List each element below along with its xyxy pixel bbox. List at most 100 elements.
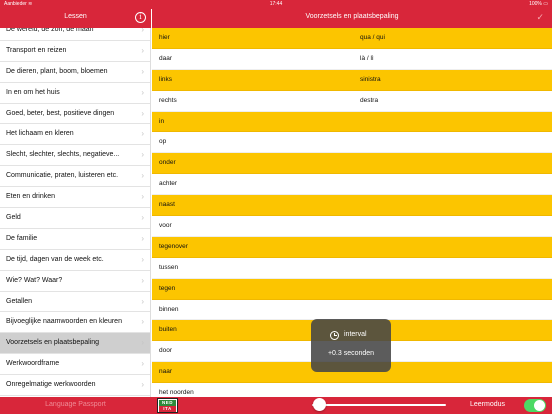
dutch-word: achter — [159, 180, 178, 188]
word-row[interactable]: binnen — [152, 300, 552, 321]
status-bar: Aanbieder ≋ 17:44 100% ▭ — [0, 0, 552, 9]
word-row[interactable]: onder — [152, 153, 552, 175]
lesson-label: Geld — [6, 214, 21, 222]
word-row[interactable]: tegen — [152, 278, 552, 300]
chevron-right-icon: › — [141, 150, 144, 160]
chevron-right-icon: › — [141, 192, 144, 202]
interval-toast: interval +0.3 seconden — [311, 319, 391, 372]
sidebar-header: Lessen i — [0, 9, 151, 28]
lesson-label: De wereld, de zon, de maan — [6, 28, 94, 33]
learning-mode-toggle[interactable] — [524, 399, 546, 412]
italian-translation: destra — [360, 96, 379, 104]
word-row[interactable]: hier qua / qui — [152, 28, 552, 49]
chevron-right-icon: › — [141, 296, 144, 306]
clock-icon — [330, 331, 339, 340]
dutch-word: tegenover — [159, 242, 188, 250]
chevron-right-icon: › — [141, 233, 144, 243]
lesson-list: De wereld, de zon, de maan › Transport en … — [0, 28, 150, 397]
lesson-label: Bijvoeglijke naamwoorden en kleuren — [6, 318, 122, 326]
lesson-label: In en om het huis — [6, 88, 60, 96]
italian-translation: là / lì — [360, 54, 374, 62]
dutch-word: onder — [159, 159, 176, 167]
word-row[interactable]: tussen — [152, 258, 552, 279]
dutch-word: voor — [159, 222, 172, 230]
lesson-item[interactable]: Goed, beter, best, positieve dingen › — [0, 103, 150, 125]
lesson-item[interactable]: In en om het huis › — [0, 82, 150, 104]
main-header: Voorzetsels en plaatsbepaling ✓ — [152, 9, 552, 28]
lesson-label: Slecht, slechter, slechts, negatieve... — [6, 151, 120, 159]
lesson-item[interactable]: De dieren, plant, boom, bloemen › — [0, 61, 150, 83]
lesson-label: Getallen — [6, 297, 33, 305]
battery-indicator: 100% ▭ — [529, 1, 548, 7]
lesson-label: Het lichaam en kleren — [6, 130, 74, 138]
word-row[interactable]: achter — [152, 174, 552, 196]
lesson-label: Wie? Wat? Waar? — [6, 276, 63, 284]
lesson-item[interactable]: Wie? Wat? Waar? › — [0, 270, 150, 292]
language-passport-link[interactable]: Language Passport — [0, 401, 151, 408]
dutch-word: hier — [159, 34, 170, 41]
lesson-label: Communicatie, praten, luisteren etc. — [6, 172, 119, 180]
lesson-item[interactable]: De tijd, dagen van de week etc. › — [0, 249, 150, 271]
dutch-word: rechts — [159, 96, 177, 104]
dutch-word: in — [159, 117, 165, 125]
lesson-item[interactable]: Transport en reizen › — [0, 40, 150, 62]
lesson-label: Voorzetsels en plaatsbepaling — [6, 339, 100, 347]
chevron-right-icon: › — [141, 380, 144, 390]
dutch-word: naast — [159, 201, 175, 209]
lesson-label: De familie — [6, 234, 38, 242]
word-row[interactable]: het noorden — [152, 383, 552, 397]
chevron-right-icon: › — [141, 28, 144, 34]
check-icon[interactable]: ✓ — [536, 12, 544, 23]
interval-slider-track[interactable] — [312, 404, 446, 406]
chevron-right-icon: › — [141, 338, 144, 348]
lesson-item[interactable]: Onregelmatige werkwoorden › — [0, 375, 150, 397]
lesson-item[interactable]: Het lichaam en kleren › — [0, 124, 150, 146]
dutch-word: het noorden — [159, 389, 194, 397]
info-icon[interactable]: i — [135, 12, 146, 23]
logo-target-language: ITA — [159, 406, 176, 412]
toast-title: interval — [344, 331, 367, 338]
dutch-word: op — [159, 138, 167, 146]
lesson-item[interactable]: Communicatie, praten, luisteren etc. › — [0, 166, 150, 188]
lesson-item[interactable]: De wereld, de zon, de maan › — [0, 28, 150, 41]
dutch-word: buiten — [159, 326, 177, 334]
lesson-item[interactable]: Eten en drinken › — [0, 187, 150, 209]
chevron-right-icon: › — [141, 129, 144, 139]
lesson-label: Eten en drinken — [6, 193, 56, 201]
clock-time: 17:44 — [269, 1, 283, 7]
lesson-item[interactable]: Werkwoordframe › — [0, 354, 150, 376]
lesson-label: Onregelmatige werkwoorden — [6, 381, 96, 389]
chevron-right-icon: › — [141, 213, 144, 223]
interval-slider-thumb[interactable] — [313, 398, 326, 411]
lesson-item[interactable]: Geld › — [0, 208, 150, 229]
page-title: Voorzetsels en plaatsbepaling — [305, 13, 399, 20]
chevron-right-icon: › — [141, 317, 144, 327]
chevron-right-icon: › — [141, 254, 144, 264]
word-row[interactable]: op — [152, 132, 552, 154]
word-row[interactable]: rechts destra — [152, 91, 552, 112]
dutch-word: tussen — [159, 263, 179, 271]
dutch-word: door — [159, 347, 173, 355]
word-row[interactable]: naast — [152, 195, 552, 217]
lesson-label: De tijd, dagen van de week etc. — [6, 255, 104, 263]
word-row[interactable]: daar là / lì — [152, 49, 552, 70]
lesson-item[interactable]: Bijvoeglijke naamwoorden en kleuren › — [0, 312, 150, 334]
lesson-label: Werkwoordframe — [6, 360, 60, 368]
language-pair-logo[interactable]: NED ITA — [157, 398, 178, 413]
lesson-item[interactable]: De familie › — [0, 228, 150, 250]
dutch-word: naar — [159, 368, 173, 376]
lesson-item[interactable]: Slecht, slechter, slechts, negatieve... › — [0, 145, 150, 167]
lesson-item[interactable]: Getallen › — [0, 291, 150, 313]
lesson-item[interactable]: Voorzetsels en plaatsbepaling › — [0, 333, 150, 355]
word-row[interactable]: voor — [152, 216, 552, 237]
chevron-right-icon: › — [141, 66, 144, 76]
chevron-right-icon: › — [141, 171, 144, 181]
lesson-sidebar[interactable]: De wereld, de zon, de maan › Transport en … — [0, 28, 151, 397]
sidebar-title: Lessen — [64, 13, 87, 20]
lesson-label: Transport en reizen — [6, 46, 67, 54]
chevron-right-icon: › — [141, 108, 144, 118]
word-row[interactable]: in — [152, 111, 552, 133]
chevron-right-icon: › — [141, 87, 144, 97]
word-row[interactable]: tegenover — [152, 236, 552, 258]
word-row[interactable]: links sinistra — [152, 69, 552, 91]
